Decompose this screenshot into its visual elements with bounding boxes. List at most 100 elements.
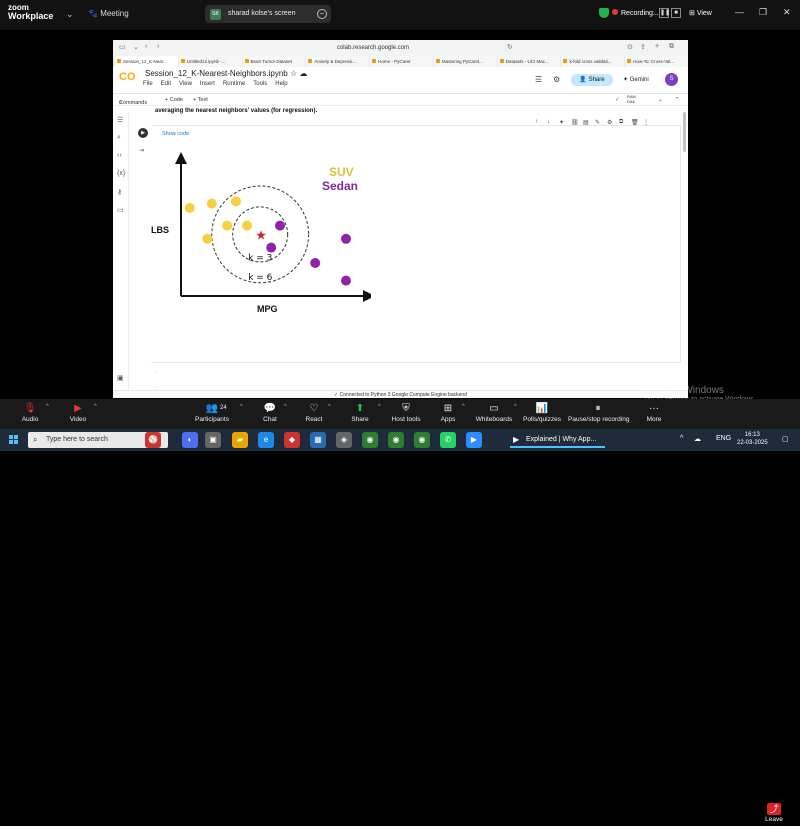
menu-edit[interactable]: Edit <box>161 81 171 87</box>
app-icon[interactable]: ◈ <box>336 432 352 448</box>
link-icon[interactable]: ⛓ <box>571 119 579 126</box>
chrome-icon[interactable]: ◉ <box>414 432 430 448</box>
edge-icon[interactable]: e <box>258 432 274 448</box>
close-icon[interactable]: ✕ <box>783 7 791 18</box>
notebook-title[interactable]: Session_12_K-Nearest-Neighbors.ipynb ☆ ☁ <box>145 69 307 78</box>
minimize-icon[interactable]: — <box>735 7 744 17</box>
download-icon[interactable]: ⊙ <box>627 43 633 51</box>
tab-kfold[interactable]: k-fold cross validati... <box>561 56 625 67</box>
sidebar-toggle-icon[interactable]: ▭ <box>119 43 126 51</box>
chevron-down-icon[interactable]: ⌄ <box>133 43 139 51</box>
chevron-up-icon[interactable]: ^ <box>680 435 683 442</box>
task-view-icon[interactable]: ▣ <box>205 432 221 448</box>
new-tab-icon[interactable]: + <box>655 43 659 50</box>
gear-icon[interactable]: ⚙ <box>607 119 612 126</box>
active-window-button[interactable]: ▶ Explained | Why App... <box>510 432 605 448</box>
restore-icon[interactable]: ❐ <box>759 7 767 18</box>
whatsapp-icon[interactable]: ✆ <box>440 432 456 448</box>
zoom-icon[interactable]: ▶ <box>466 432 482 448</box>
add-code-button[interactable]: + Code <box>165 97 183 103</box>
run-cell-button[interactable]: ▶ <box>138 128 148 138</box>
cell-toolbar: ↑ ↓ ✦ ⛓ ▤ ✎ ⚙ ⧉ 🗑 ⋮ <box>533 118 681 129</box>
app-icon[interactable]: ◆ <box>284 432 300 448</box>
reload-icon[interactable]: ↻ <box>507 43 513 51</box>
add-text-button[interactable]: + Text <box>193 97 208 103</box>
chevron-up-icon[interactable]: ⌃ <box>675 97 680 103</box>
gemini-button[interactable]: ✦ Gemini <box>623 76 649 83</box>
stop-recording-button[interactable]: ■ <box>671 8 681 18</box>
terminal-icon[interactable]: ▣ <box>117 374 124 382</box>
back-icon[interactable]: ‹ <box>145 43 147 50</box>
mirror-icon[interactable]: ⧉ <box>619 119 623 126</box>
url-field[interactable]: colab.research.google.com <box>283 43 463 53</box>
view-menu[interactable]: ⊞ View <box>689 9 712 17</box>
notification-icon[interactable]: ▢ <box>782 435 789 443</box>
participants-button[interactable]: 👥 Participants ^ <box>182 399 243 429</box>
resource-monitor[interactable]: RAM Disk <box>627 94 636 104</box>
toc-icon[interactable]: ☰ <box>117 116 123 124</box>
menu-tools[interactable]: Tools <box>253 81 267 87</box>
forward-icon[interactable]: › <box>157 43 159 50</box>
tab-anxiety[interactable]: Anxiety & Depressi... <box>306 56 370 67</box>
empty-cell-marker[interactable]: · <box>154 370 156 376</box>
move-up-icon[interactable]: ↑ <box>535 119 538 125</box>
gear-icon[interactable]: ⚙ <box>553 75 560 84</box>
windows-start-icon[interactable] <box>9 435 19 445</box>
folder-icon[interactable]: ▭ <box>117 206 124 214</box>
leave-button[interactable]: ⤴ Leave <box>760 801 788 826</box>
search-icon[interactable]: ⌕ <box>117 134 121 142</box>
chevron-down-icon[interactable]: ⌄ <box>66 9 74 20</box>
tab-pycaret-home[interactable]: Home - PyCaret <box>370 56 433 67</box>
share-button[interactable]: 👤 Share <box>571 74 613 86</box>
polls-button[interactable]: 📊 Polls/quizzes <box>512 399 572 429</box>
menu-runtime[interactable]: Runtime <box>223 81 245 87</box>
system-clock[interactable]: 16:13 22-03-2025 <box>737 431 768 447</box>
scrollbar[interactable] <box>683 112 686 152</box>
store-icon[interactable]: ▦ <box>310 432 326 448</box>
comment-icon[interactable]: ☰ <box>535 75 542 84</box>
tab-cross-val[interactable]: How-To: Cross-Val... <box>625 56 688 67</box>
chrome-icon[interactable]: ◉ <box>388 432 404 448</box>
chevron-down-icon[interactable]: ⌄ <box>658 97 663 103</box>
chevron-up-icon[interactable]: ^ <box>94 404 97 410</box>
pause-stop-recording-button[interactable]: ⏸ Pause/stop recording <box>568 399 629 429</box>
menu-insert[interactable]: Insert <box>200 81 215 87</box>
cricket-widget-icon[interactable]: ⚾ <box>145 432 161 448</box>
more-button[interactable]: ··· More <box>624 399 684 429</box>
tab-brain-tumor[interactable]: Brain Tumor Dataset <box>242 56 306 67</box>
secrets-key-icon[interactable]: ⚷ <box>117 188 122 196</box>
sedan-point <box>310 258 321 268</box>
avatar[interactable]: S <box>665 73 678 86</box>
show-code-link[interactable]: Show code <box>162 131 189 137</box>
star-icon[interactable]: ☆ <box>290 69 297 78</box>
video-button[interactable]: ▶ Video ^ <box>48 399 108 429</box>
output-icon[interactable]: ⇥ <box>139 147 144 154</box>
share-page-icon[interactable]: ⇪ <box>640 43 646 51</box>
edit-icon[interactable]: ✎ <box>595 119 600 126</box>
cloud-icon[interactable]: ☁ <box>694 435 701 443</box>
pause-recording-button[interactable]: ❚❚ <box>659 8 670 18</box>
menu-help[interactable]: Help <box>275 81 287 87</box>
colab-logo[interactable]: CO <box>119 71 136 83</box>
tab-overview-icon[interactable]: ⧉ <box>669 43 674 51</box>
screen-share-indicator[interactable]: SK sharad kolse's screen – <box>205 5 331 23</box>
tab-mastering-pycaret[interactable]: Mastering PyCaret... <box>433 56 497 67</box>
language-indicator[interactable]: ENG <box>716 435 731 442</box>
copilot-icon[interactable]: ◐ <box>182 432 198 448</box>
chrome-icon[interactable]: ◉ <box>362 432 378 448</box>
file-explorer-icon[interactable]: ▰ <box>232 432 248 448</box>
code-icon[interactable]: ‹› <box>117 152 122 159</box>
sparkle-icon[interactable]: ✦ <box>559 119 564 126</box>
tab-uci-datasets[interactable]: Datasets - UCI Mac... <box>497 56 561 67</box>
more-vert-icon[interactable]: ⋮ <box>643 119 649 126</box>
menu-file[interactable]: File <box>143 81 153 87</box>
move-down-icon[interactable]: ↓ <box>547 119 550 125</box>
comment-icon[interactable]: ▤ <box>583 119 589 126</box>
menu-view[interactable]: View <box>179 81 192 87</box>
variables-icon[interactable]: {x} <box>117 170 125 177</box>
meeting-menu[interactable]: 🐾 Meeting <box>88 9 129 18</box>
tab-untitled12[interactable]: Untitled12.ipynb -... <box>178 56 242 67</box>
minus-icon[interactable]: – <box>317 9 327 19</box>
tab-session-12[interactable]: Session_12_K-Near... <box>115 56 178 67</box>
delete-icon[interactable]: 🗑 <box>631 119 639 126</box>
